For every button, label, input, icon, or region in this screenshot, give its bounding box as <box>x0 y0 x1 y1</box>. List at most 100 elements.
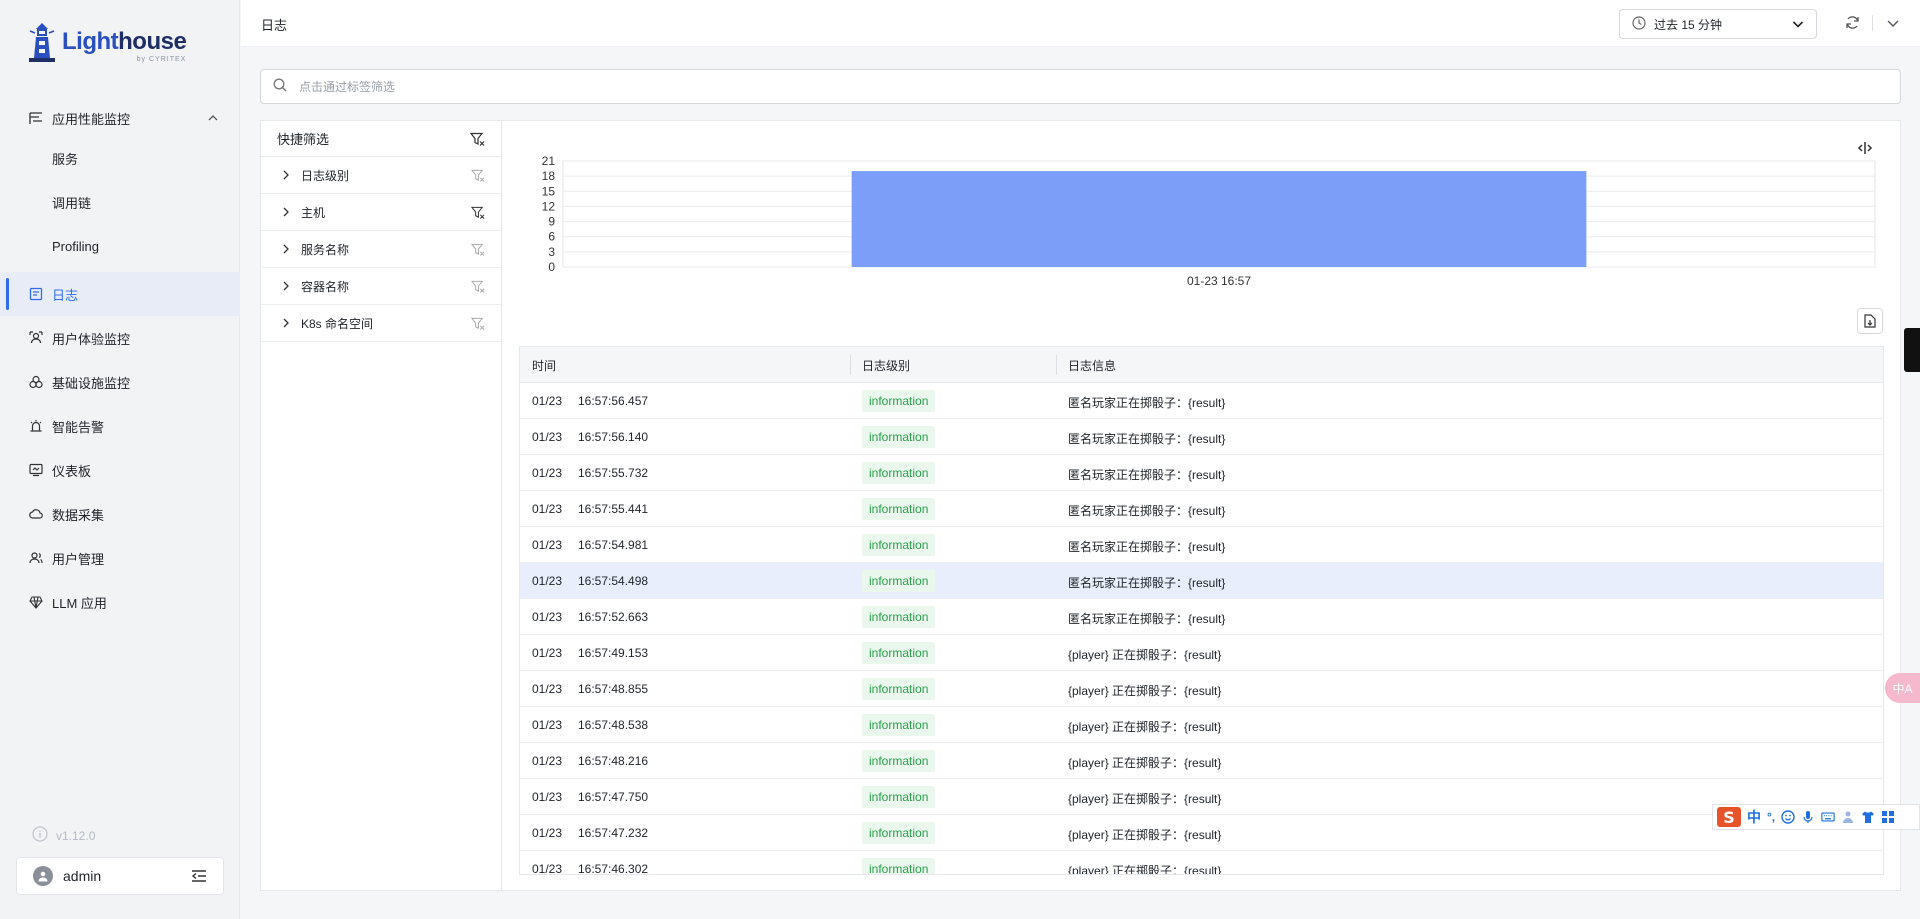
infrastructure-icon <box>28 374 44 390</box>
cell-date: 01/23 <box>532 430 563 444</box>
skin-icon[interactable] <box>1861 810 1875 824</box>
cell-date: 01/23 <box>532 466 563 480</box>
chevron-down-more-icon[interactable] <box>1886 16 1900 33</box>
ime-toolbar: S 中 °, <box>1712 804 1920 830</box>
filter-clear-icon[interactable] <box>470 317 485 333</box>
top-header: 日志 过去 15 分钟 <box>241 0 1920 47</box>
filter-k8s-namespace[interactable]: K8s 命名空间 <box>261 305 501 342</box>
nav-item-logs[interactable]: 日志 <box>0 272 240 316</box>
nav-item-alarms[interactable]: 智能告警 <box>0 404 240 448</box>
log-icon <box>28 286 44 302</box>
table-row[interactable]: 01/23 16:57:55.732 information 匿名玩家正在掷骰子：{r… <box>520 455 1883 491</box>
export-button[interactable] <box>1857 308 1883 334</box>
filter-host[interactable]: 主机 <box>261 194 501 231</box>
table-row[interactable]: 01/23 16:57:48.216 information {player} 正在掷… <box>520 743 1883 779</box>
table-row[interactable]: 01/23 16:57:54.498 information 匿名玩家正在掷骰子：{r… <box>520 563 1883 599</box>
y-tick-label: 3 <box>548 245 555 259</box>
level-badge: information <box>862 822 936 844</box>
cell-time: 16:57:54.981 <box>578 538 649 552</box>
nav-item-llm[interactable]: LLM 应用 <box>0 580 240 624</box>
filter-clear-icon[interactable] <box>470 280 485 296</box>
quick-filters-header: 快捷筛选 <box>261 121 501 157</box>
lighthouse-logo-icon <box>29 23 55 62</box>
ime-mode[interactable]: 中 <box>1747 807 1761 827</box>
log-panel: 快捷筛选 日志级别 主机 服务名称 容器名称 K8s 命名空间 0 3 6 9 … <box>260 120 1901 891</box>
user-menu[interactable]: admin <box>16 857 224 895</box>
cell-time: 16:57:54.498 <box>578 574 649 588</box>
cell-time: 16:57:48.216 <box>578 754 649 768</box>
side-drawer-tab[interactable] <box>1904 328 1920 372</box>
ime-logo[interactable]: S <box>1717 807 1741 827</box>
nav-item-profiling[interactable]: Profiling <box>0 224 240 268</box>
table-row[interactable]: 01/23 16:57:48.538 information {player} 正在掷… <box>520 707 1883 743</box>
cell-date: 01/23 <box>532 610 563 624</box>
x-tick-label: 01-23 16:57 <box>1187 274 1251 288</box>
nav-item-user-experience[interactable]: 用户体验监控 <box>0 316 240 360</box>
cell-date: 01/23 <box>532 826 563 840</box>
export-file-icon <box>1864 314 1876 328</box>
emoji-icon[interactable] <box>1781 810 1795 824</box>
cell-date: 01/23 <box>532 646 563 660</box>
y-tick-label: 12 <box>542 199 556 213</box>
llm-icon <box>28 594 44 610</box>
table-row[interactable]: 01/23 16:57:47.750 information {player} 正在掷… <box>520 779 1883 815</box>
cell-message: 匿名玩家正在掷骰子：{result} <box>1068 468 1226 482</box>
table-row[interactable]: 01/23 16:57:46.302 information {player} 正在掷… <box>520 851 1883 874</box>
brand-logo[interactable]: Lighthouse by CYRITEX <box>26 22 187 64</box>
column-header-time[interactable]: 时间 <box>532 357 556 374</box>
table-row[interactable]: 01/23 16:57:56.140 information 匿名玩家正在掷骰子：{r… <box>520 419 1883 455</box>
version-label: v1.12.0 <box>56 828 96 843</box>
table-row[interactable]: 01/23 16:57:55.441 information 匿名玩家正在掷骰子：{r… <box>520 491 1883 527</box>
person-icon[interactable] <box>1841 810 1855 824</box>
column-header-level[interactable]: 日志级别 <box>862 357 910 374</box>
column-header-message[interactable]: 日志信息 <box>1068 357 1116 374</box>
ime-punctuation[interactable]: °, <box>1767 810 1775 824</box>
level-badge: information <box>862 462 936 484</box>
search-input[interactable] <box>299 79 1799 94</box>
microphone-icon[interactable] <box>1801 810 1815 824</box>
table-row[interactable]: 01/23 16:57:48.855 information {player} 正在掷… <box>520 671 1883 707</box>
table-row[interactable]: 01/23 16:57:52.663 information 匿名玩家正在掷骰子：{r… <box>520 599 1883 635</box>
nav-group-apm[interactable]: 应用性能监控 <box>0 100 240 136</box>
filter-container-name[interactable]: 容器名称 <box>261 268 501 305</box>
nav-item-services[interactable]: 服务 <box>0 136 240 180</box>
chart-resize-icon[interactable] <box>1856 141 1874 158</box>
filter-log-level[interactable]: 日志级别 <box>261 157 501 194</box>
cell-message: 匿名玩家正在掷骰子：{result} <box>1068 396 1226 410</box>
toolbox-icon[interactable] <box>1881 810 1895 824</box>
refresh-icon[interactable] <box>1845 15 1860 33</box>
cell-time: 16:57:56.457 <box>578 394 649 408</box>
nav-item-user-management[interactable]: 用户管理 <box>0 536 240 580</box>
clear-filter-icon[interactable] <box>469 132 485 149</box>
table-row[interactable]: 01/23 16:57:47.232 information {player} 正在掷… <box>520 815 1883 851</box>
cell-message: {player} 正在掷骰子：{result} <box>1068 684 1222 698</box>
y-tick-label: 21 <box>542 154 556 168</box>
nav-item-dashboard[interactable]: 仪表板 <box>0 448 240 492</box>
translate-button[interactable]: 中A <box>1885 673 1920 703</box>
keyboard-icon[interactable] <box>1821 810 1835 824</box>
table-row[interactable]: 01/23 16:57:54.981 information 匿名玩家正在掷骰子：{r… <box>520 527 1883 563</box>
table-row[interactable]: 01/23 16:57:56.457 information 匿名玩家正在掷骰子：{r… <box>520 383 1883 419</box>
level-badge: information <box>862 786 936 808</box>
nav-item-infrastructure[interactable]: 基础设施监控 <box>0 360 240 404</box>
filter-clear-icon[interactable] <box>470 243 485 259</box>
tag-filter-search[interactable] <box>260 69 1901 104</box>
nav-item-data-collection[interactable]: 数据采集 <box>0 492 240 536</box>
filter-clear-icon[interactable] <box>470 169 485 185</box>
level-badge: information <box>862 858 936 874</box>
nav-item-traces[interactable]: 调用链 <box>0 180 240 224</box>
column-resizer[interactable] <box>850 355 851 375</box>
chevron-up-icon[interactable] <box>208 111 218 126</box>
column-resizer[interactable] <box>1056 355 1057 375</box>
cell-date: 01/23 <box>532 574 563 588</box>
chevron-right-icon <box>281 207 291 217</box>
cell-message: {player} 正在掷骰子：{result} <box>1068 792 1222 806</box>
user-management-icon <box>28 550 44 566</box>
time-range-select[interactable]: 过去 15 分钟 <box>1619 9 1817 39</box>
table-row[interactable]: 01/23 16:57:49.153 information {player} 正在掷… <box>520 635 1883 671</box>
filter-service-name[interactable]: 服务名称 <box>261 231 501 268</box>
table-body: 01/23 16:57:56.457 information 匿名玩家正在掷骰子：{r… <box>520 383 1883 874</box>
filter-clear-icon[interactable] <box>470 206 485 222</box>
collapse-sidebar-icon[interactable] <box>191 868 207 887</box>
data-collection-icon <box>28 506 44 522</box>
